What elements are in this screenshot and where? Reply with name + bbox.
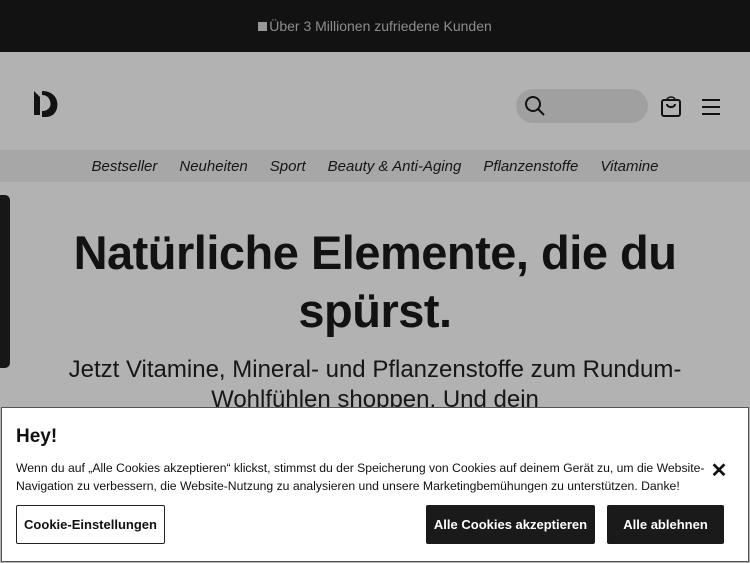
cookie-banner-text: Wenn du auf „Alle Cookies akzeptieren“ k… xyxy=(16,461,705,493)
cookie-banner: Hey! Wenn du auf „Alle Cookies akzeptier… xyxy=(1,407,749,562)
accept-all-cookies-button[interactable]: Alle Cookies akzeptieren xyxy=(426,505,595,544)
cookie-settings-button[interactable]: Cookie-Einstellungen xyxy=(16,505,165,544)
close-icon[interactable]: ✕ xyxy=(707,459,731,483)
reject-all-button[interactable]: Alle ablehnen xyxy=(607,505,724,544)
cookie-banner-title: Hey! xyxy=(16,426,58,447)
